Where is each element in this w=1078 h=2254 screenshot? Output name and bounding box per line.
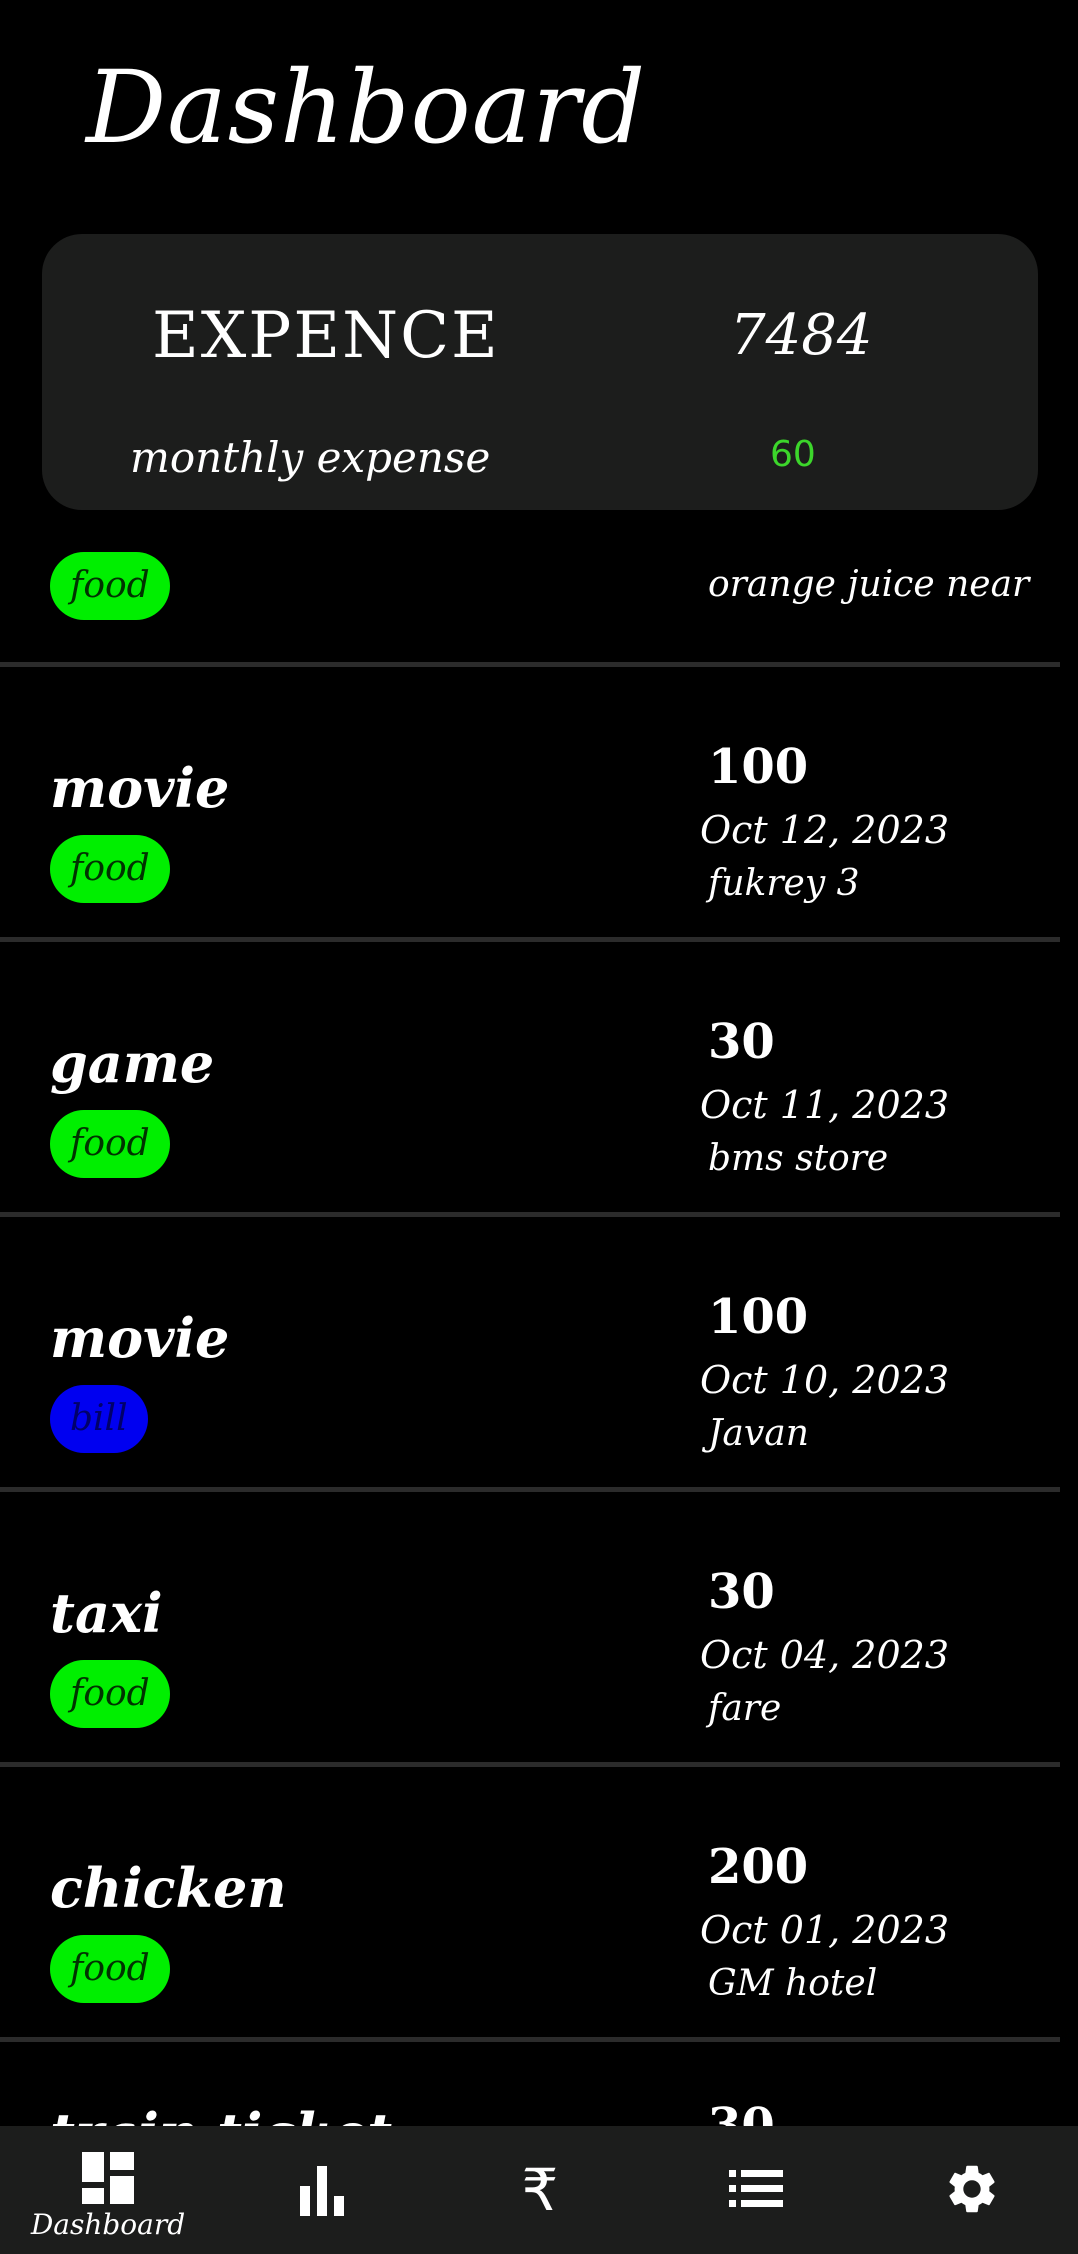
dashboard-icon: [82, 2152, 134, 2204]
monthly-expense-value: 60: [770, 434, 816, 475]
nav-expenses[interactable]: ₹: [432, 2126, 648, 2254]
expense-row[interactable]: movie bill 100 Oct 10, 2023 Javan: [0, 1217, 1060, 1487]
expense-row[interactable]: game food 30 Oct 11, 2023 bms store: [0, 942, 1060, 1212]
gear-icon: [949, 2165, 995, 2213]
expense-amount: 100: [708, 739, 809, 795]
nav-dashboard-label: Dashboard: [30, 2208, 186, 2241]
expense-amount: 30: [708, 1564, 775, 1620]
expense-title: game: [50, 1031, 215, 1095]
nav-list[interactable]: [648, 2126, 864, 2254]
list-icon: [729, 2170, 783, 2207]
expense-note: Javan: [708, 1413, 809, 1454]
expense-summary-card[interactable]: EXPENCE 7484 monthly expense 60: [42, 234, 1038, 510]
category-tag: food: [50, 835, 170, 903]
bottom-navigation: Dashboard ₹: [0, 2126, 1078, 2254]
expense-date: Oct 10, 2023: [700, 1358, 950, 1402]
rupee-icon: ₹: [521, 2156, 559, 2224]
expense-amount: 100: [708, 1289, 809, 1345]
expense-row[interactable]: movie food 100 Oct 12, 2023 fukrey 3: [0, 667, 1060, 937]
category-tag: bill: [50, 1385, 148, 1453]
chart-icon: [300, 2166, 344, 2216]
expense-date: Oct 04, 2023: [700, 1633, 950, 1677]
expense-list[interactable]: food orange juice near movie food 100 Oc…: [0, 510, 1060, 2172]
expense-total: 7484: [730, 303, 873, 368]
expense-amount: 200: [708, 1839, 809, 1895]
expense-title: movie: [50, 756, 230, 820]
expense-note: fukrey 3: [708, 863, 860, 904]
category-tag: food: [50, 552, 170, 620]
category-tag: food: [50, 1110, 170, 1178]
nav-settings[interactable]: [864, 2126, 1078, 2254]
expense-note: fare: [708, 1688, 782, 1729]
expense-title: taxi: [50, 1581, 163, 1645]
expense-title: chicken: [50, 1856, 287, 1920]
expense-note: GM hotel: [708, 1963, 878, 2004]
expense-title: movie: [50, 1306, 230, 1370]
monthly-expense-label: monthly expense: [130, 433, 491, 482]
expense-note: bms store: [708, 1138, 889, 1179]
expense-row[interactable]: chicken food 200 Oct 01, 2023 GM hotel: [0, 1767, 1060, 2037]
expense-date: Oct 11, 2023: [700, 1083, 950, 1127]
expense-note: orange juice near: [708, 564, 1030, 605]
nav-stats[interactable]: [216, 2126, 432, 2254]
expense-amount: 30: [708, 1014, 775, 1070]
expense-date: Oct 12, 2023: [700, 808, 950, 852]
expense-label: EXPENCE: [152, 299, 500, 373]
nav-dashboard[interactable]: Dashboard: [0, 2126, 216, 2254]
page-title: Dashboard: [86, 49, 647, 166]
expense-date: Oct 01, 2023: [700, 1908, 950, 1952]
category-tag: food: [50, 1935, 170, 2003]
expense-row[interactable]: food orange juice near: [0, 510, 1060, 662]
expense-row[interactable]: taxi food 30 Oct 04, 2023 fare: [0, 1492, 1060, 1762]
category-tag: food: [50, 1660, 170, 1728]
